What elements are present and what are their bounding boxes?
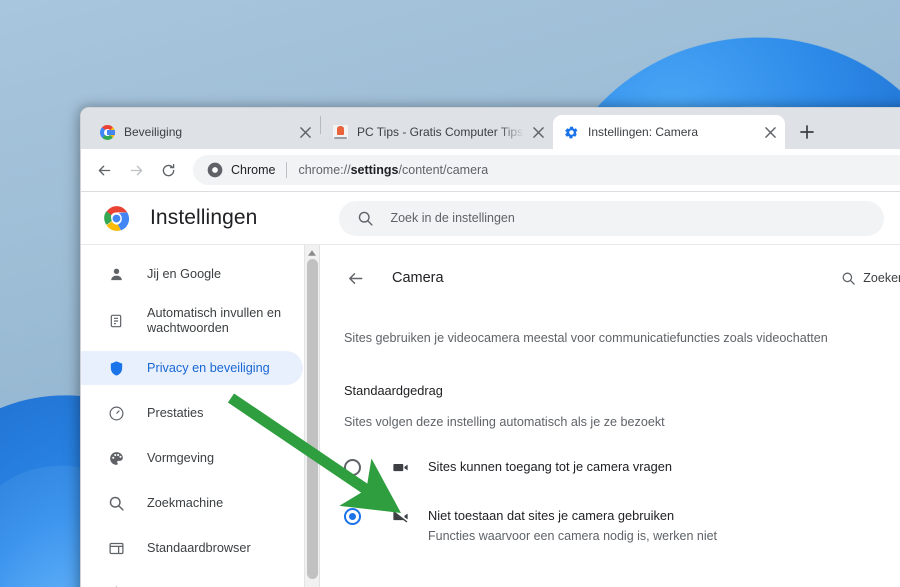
content-search-link[interactable]: Zoeken [841, 271, 900, 286]
page-title: Instellingen [150, 206, 258, 229]
url-suffix: /content/camera [398, 163, 489, 177]
speedometer-icon [107, 404, 125, 422]
sidebar-item-standaardbrowser[interactable]: Standaardbrowser [81, 531, 303, 565]
settings-sidebar: Jij en Google Automatisch invullen en wa… [81, 245, 319, 587]
autofill-icon [107, 312, 125, 330]
new-tab-button[interactable] [793, 118, 821, 146]
sidebar-item-prestaties[interactable]: Prestaties [81, 396, 303, 430]
chrome-logo-icon [103, 205, 130, 232]
browser-tab-instellingen-camera[interactable]: Instellingen: Camera [553, 115, 785, 149]
settings-body: Jij en Google Automatisch invullen en wa… [81, 245, 900, 587]
omnibox-url: chrome://settings/content/camera [298, 163, 488, 177]
sidebar-item-label: Zoekmachine [147, 495, 224, 510]
tab-strip: Beveiliging PC Tips - Gratis Computer Ti… [81, 108, 900, 149]
settings-search-input[interactable]: Zoek in de instellingen [339, 200, 885, 236]
chrome-logo-icon [207, 162, 223, 178]
browser-window-icon [107, 539, 125, 557]
search-icon [107, 494, 125, 512]
radio-option-block-camera[interactable]: Niet toestaan dat sites je camera gebrui… [344, 507, 900, 545]
sidebar-item-zoekmachine[interactable]: Zoekmachine [81, 486, 303, 520]
close-icon[interactable] [296, 123, 314, 141]
address-bar[interactable]: Chrome chrome://settings/content/camera [193, 155, 900, 185]
radio-option-text: Niet toestaan dat sites je camera gebrui… [428, 507, 717, 545]
camera-description: Sites gebruiken je videocamera meestal v… [344, 331, 828, 345]
browser-tab-pctips[interactable]: PC Tips - Gratis Computer Tips, i [321, 115, 553, 149]
radio-option-sublabel: Functies waarvoor een camera nodig is, w… [428, 528, 718, 543]
default-behavior-subtitle: Sites volgen deze instelling automatisch… [344, 414, 665, 429]
close-icon[interactable] [761, 123, 779, 141]
sidebar-item-jij-en-google[interactable]: Jij en Google [81, 257, 303, 291]
back-arrow-icon[interactable] [344, 267, 366, 289]
content-header: Camera Zoeken [344, 259, 900, 297]
default-behavior-title: Standaardgedrag [344, 382, 443, 398]
search-icon [841, 271, 856, 286]
radio-option-label: Niet toestaan dat sites je camera gebrui… [428, 507, 675, 523]
palette-icon [107, 449, 125, 467]
search-icon [357, 210, 374, 227]
sidebar-item-bij-opstarten[interactable]: Bij opstarten [81, 576, 303, 587]
settings-content-pane: Camera Zoeken Sites gebruiken je videoca… [319, 245, 900, 587]
browser-toolbar: Chrome chrome://settings/content/camera [81, 149, 900, 192]
sidebar-item-label: Automatisch invullen en wachtwoorden [147, 306, 281, 335]
sidebar-item-label: Privacy en beveiliging [147, 360, 270, 375]
camera-off-icon [390, 507, 410, 527]
pctips-icon [332, 124, 348, 140]
gear-icon [564, 125, 579, 140]
sidebar-item-vormgeving[interactable]: Vormgeving [81, 441, 303, 475]
chrome-browser-window: Beveiliging PC Tips - Gratis Computer Ti… [80, 107, 900, 587]
sidebar-item-automatisch-invullen[interactable]: Automatisch invullen en wachtwoorden [81, 302, 303, 340]
radio-option-text: Sites kunnen toegang tot je camera vrage… [428, 458, 672, 476]
forward-arrow-icon[interactable] [121, 155, 151, 185]
reload-icon[interactable] [153, 155, 183, 185]
content-search-label: Zoeken [863, 271, 900, 285]
sidebar-item-label: Vormgeving [147, 450, 214, 465]
omnibox-chip-label: Chrome [231, 163, 276, 177]
omnibox-divider [286, 162, 288, 178]
tab-title: Beveiliging [124, 125, 183, 139]
radio-option-allow-camera[interactable]: Sites kunnen toegang tot je camera vrage… [344, 458, 900, 478]
shield-icon [107, 359, 125, 377]
back-arrow-icon[interactable] [89, 155, 119, 185]
content-page-title: Camera [392, 270, 444, 286]
settings-header: Instellingen Zoek in de instellingen [81, 192, 900, 245]
close-icon[interactable] [529, 123, 547, 141]
radio-button-unselected[interactable] [344, 458, 361, 476]
url-prefix: chrome:// [298, 163, 351, 177]
camera-icon [390, 458, 410, 478]
url-bold-segment: settings [350, 163, 399, 177]
sidebar-item-label: Prestaties [147, 405, 204, 420]
google-g-icon [99, 124, 115, 140]
sidebar-scrollbar[interactable] [304, 245, 319, 587]
settings-search-placeholder: Zoek in de instellingen [390, 211, 515, 225]
sidebar-item-privacy-en-beveiliging[interactable]: Privacy en beveiliging [81, 351, 303, 385]
tab-title: Instellingen: Camera [588, 125, 699, 139]
radio-option-label: Sites kunnen toegang tot je camera vrage… [428, 458, 673, 474]
sidebar-item-label: Jij en Google [147, 266, 222, 281]
person-icon [107, 265, 125, 283]
browser-tab-beveiliging[interactable]: Beveiliging [88, 115, 320, 149]
radio-button-selected[interactable] [344, 507, 361, 525]
scrollbar-thumb[interactable] [307, 259, 318, 579]
sidebar-item-label: Standaardbrowser [147, 540, 251, 555]
tab-title: PC Tips - Gratis Computer Tips, i [357, 125, 525, 139]
